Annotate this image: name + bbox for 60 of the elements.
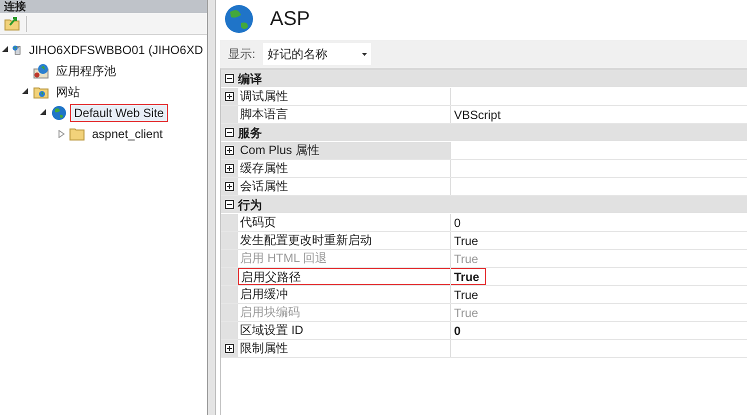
panel-title: 连接 (4, 0, 26, 12)
expand-icon[interactable] (225, 92, 234, 101)
folder-icon (69, 126, 85, 142)
property-name: Com Plus 属性 (239, 142, 320, 159)
collapsed-arrow-icon[interactable] (58, 130, 64, 138)
property-row[interactable]: 启用缓冲 True (221, 286, 747, 304)
property-row[interactable]: 区域设置 ID 0 (221, 322, 747, 340)
page-title: ASP (270, 6, 310, 32)
property-name: 启用块编码 (239, 304, 300, 321)
property-name: 发生配置更改时重新启动 (239, 232, 372, 249)
collapse-icon[interactable] (225, 200, 234, 209)
property-row[interactable]: Com Plus 属性 (221, 142, 747, 160)
globe-icon (51, 104, 67, 120)
property-name: 启用缓冲 (239, 286, 288, 303)
property-name: 会话属性 (239, 178, 288, 195)
property-value[interactable]: True (454, 232, 478, 250)
property-row[interactable]: 调试属性 (221, 88, 747, 106)
property-name: 启用父路径 (240, 269, 301, 284)
property-row[interactable]: 启用父路径 True (221, 268, 747, 286)
category-row[interactable]: 行为 (221, 196, 747, 214)
property-row[interactable]: 限制属性 (221, 340, 747, 358)
property-value[interactable]: 0 (454, 214, 461, 232)
property-name: 缓存属性 (239, 160, 288, 177)
property-row[interactable]: 发生配置更改时重新启动 True (221, 232, 747, 250)
globe-icon (224, 4, 254, 34)
property-value[interactable]: True (454, 286, 478, 304)
tree-item[interactable]: 网站 (52, 82, 84, 100)
dropdown-arrow-icon (362, 52, 368, 56)
collapse-icon[interactable] (225, 128, 234, 137)
display-label: 显示: (228, 46, 256, 63)
category-label: 编译 (238, 70, 262, 88)
property-value[interactable]: 0 (454, 322, 461, 340)
tree-item[interactable]: Default Web Site (70, 104, 168, 122)
tree-item[interactable]: JIHO6XDFSWBBO01 (JIHO6XD (24, 40, 207, 58)
property-value[interactable]: VBScript (454, 106, 501, 124)
tree-item[interactable]: aspnet_client (88, 124, 167, 142)
category-row[interactable]: 服务 (221, 124, 747, 142)
property-name: 脚本语言 (239, 106, 288, 123)
expand-icon[interactable] (225, 182, 234, 191)
collapse-icon[interactable] (225, 74, 234, 83)
property-name: 启用 HTML 回退 (239, 250, 327, 267)
expand-icon[interactable] (225, 146, 234, 155)
property-name: 限制属性 (239, 340, 288, 357)
expand-icon[interactable] (225, 344, 234, 353)
category-label: 行为 (238, 196, 262, 214)
expanded-arrow-icon[interactable] (2, 46, 9, 53)
expanded-arrow-icon[interactable] (40, 109, 46, 116)
property-row[interactable]: 缓存属性 (221, 160, 747, 178)
display-dropdown[interactable]: 好记的名称 (263, 43, 372, 65)
category-row[interactable]: 编译 (221, 70, 747, 88)
expand-icon[interactable] (225, 164, 234, 173)
folder-arrow-icon[interactable] (4, 16, 20, 31)
property-name: 区域设置 ID (239, 322, 304, 339)
property-name: 代码页 (239, 214, 276, 231)
expanded-arrow-icon[interactable] (22, 88, 28, 95)
category-label: 服务 (238, 124, 262, 142)
tree-item[interactable]: 应用程序池 (52, 62, 120, 80)
property-row[interactable]: 代码页 0 (221, 214, 747, 232)
property-name: 调试属性 (239, 88, 288, 105)
globe-gear-icon (33, 62, 49, 78)
